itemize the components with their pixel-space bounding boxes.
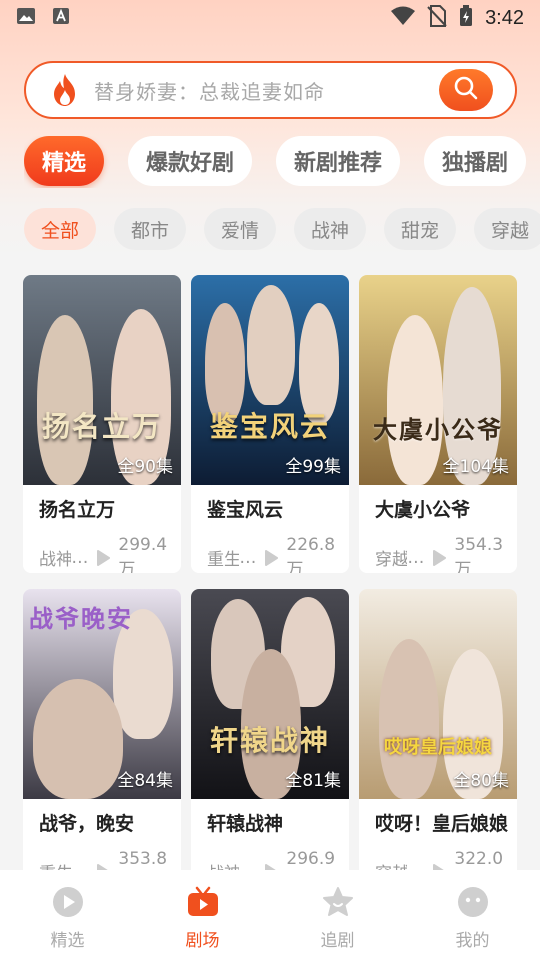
nav-profile[interactable]: 我的 [405, 870, 540, 960]
face-icon [457, 886, 489, 922]
poster-title: 扬名立万 [41, 410, 162, 443]
drama-genre: 重生 [207, 550, 240, 570]
episode-count: 全104集 [442, 457, 509, 477]
drama-meta: 战神… 299.4万 [39, 535, 181, 573]
tab-hit-dramas[interactable]: 爆款好剧 [128, 136, 253, 186]
nav-label: 精选 [50, 931, 85, 951]
status-bar: 3:42 [0, 0, 540, 36]
gallery-icon [16, 7, 36, 29]
episode-count: 全81集 [285, 771, 341, 791]
drama-card[interactable]: 哎呀皇后娘娘 全80集 哎呀！皇后娘娘 穿越… 322.0万 [359, 589, 517, 887]
search-icon [453, 75, 479, 105]
play-count-icon [96, 549, 111, 566]
play-count: 354.3万 [454, 535, 504, 573]
episode-count: 全84集 [117, 771, 173, 791]
main-tabs: 精选 爆款好剧 新剧推荐 独播剧 [24, 136, 540, 188]
genre-romance[interactable]: 爱情 [204, 208, 276, 250]
drama-title[interactable]: 战爷，晚安 [39, 809, 134, 836]
star-icon [322, 886, 354, 922]
poster-figure [37, 315, 93, 485]
drama-poster[interactable]: 鉴宝风云 全99集 [191, 275, 349, 485]
tv-icon [187, 886, 219, 922]
search-button[interactable] [439, 69, 493, 111]
drama-meta: 重生… 226.8万 [207, 535, 349, 573]
nav-label: 我的 [455, 931, 490, 951]
battery-charging-icon [459, 5, 473, 31]
nav-theater[interactable]: 剧场 [135, 870, 270, 960]
drama-meta: 穿越… 354.3万 [375, 535, 517, 573]
genre-sweet[interactable]: 甜宠 [384, 208, 456, 250]
nav-label: 剧场 [185, 931, 220, 951]
drama-poster[interactable]: 哎呀皇后娘娘 全80集 [359, 589, 517, 799]
drama-grid: 扬名立万 全90集 扬名立万 战神… 299.4万 鉴宝风云 全99集 鉴宝风云… [23, 275, 518, 887]
episode-count: 全99集 [285, 457, 341, 477]
search-placeholder[interactable]: 替身娇妻：总裁追妻如命 [94, 76, 325, 105]
play-circle-icon [52, 886, 84, 922]
drama-poster[interactable]: 大虞小公爷 全104集 [359, 275, 517, 485]
search-bar[interactable]: 替身娇妻：总裁追妻如命 [24, 61, 517, 119]
genre-all[interactable]: 全部 [24, 208, 96, 250]
tab-new-dramas[interactable]: 新剧推荐 [276, 136, 401, 186]
nav-featured[interactable]: 精选 [0, 870, 135, 960]
tab-exclusive[interactable]: 独播剧 [424, 136, 527, 186]
poster-title: 鉴宝风云 [209, 410, 330, 443]
status-time: 3:42 [485, 6, 524, 29]
drama-title[interactable]: 哎呀！皇后娘娘 [375, 809, 508, 836]
poster-title: 轩辕战神 [209, 724, 330, 757]
drama-title[interactable]: 轩辕战神 [207, 809, 283, 836]
episode-count: 全90集 [117, 457, 173, 477]
poster-figure [33, 679, 123, 799]
drama-genre: 战神 [39, 550, 72, 570]
drama-card[interactable]: 轩辕战神 全81集 轩辕战神 战神… 296.9万 [191, 589, 349, 887]
play-count-icon [264, 549, 279, 566]
drama-card[interactable]: 鉴宝风云 全99集 鉴宝风云 重生… 226.8万 [191, 275, 349, 573]
poster-title: 大虞小公爷 [373, 415, 503, 444]
poster-figure [387, 315, 443, 485]
drama-title[interactable]: 大虞小公爷 [375, 495, 470, 522]
drama-poster[interactable]: 扬名立万 全90集 [23, 275, 181, 485]
app-notification-icon [52, 7, 70, 29]
drama-poster[interactable]: 轩辕战神 全81集 [191, 589, 349, 799]
genre-time-travel[interactable]: 穿越 [474, 208, 540, 250]
drama-title[interactable]: 鉴宝风云 [207, 495, 283, 522]
drama-card[interactable]: 扬名立万 全90集 扬名立万 战神… 299.4万 [23, 275, 181, 573]
nav-label: 追剧 [320, 931, 355, 951]
play-count: 299.4万 [118, 535, 168, 573]
drama-poster[interactable]: 战爷晚安 全84集 [23, 589, 181, 799]
poster-title: 战爷晚安 [29, 604, 133, 633]
genre-urban[interactable]: 都市 [114, 208, 186, 250]
poster-title: 哎呀皇后娘娘 [384, 737, 492, 758]
play-count-icon [432, 549, 447, 566]
wifi-icon [391, 6, 416, 30]
drama-card[interactable]: 大虞小公爷 全104集 大虞小公爷 穿越… 354.3万 [359, 275, 517, 573]
poster-figure [247, 285, 295, 405]
drama-title[interactable]: 扬名立万 [39, 495, 115, 522]
genre-war-god[interactable]: 战神 [294, 208, 366, 250]
nav-follow[interactable]: 追剧 [270, 870, 405, 960]
bottom-nav: 精选 剧场 追剧 我的 [0, 870, 540, 960]
poster-figure [379, 639, 439, 799]
no-sim-icon [427, 5, 447, 31]
flame-icon [50, 73, 80, 107]
tab-featured[interactable]: 精选 [24, 136, 105, 186]
drama-genre: 穿越 [375, 550, 408, 570]
drama-card[interactable]: 战爷晚安 全84集 战爷，晚安 重生… 353.8万 [23, 589, 181, 887]
genre-filter: 全部 都市 爱情 战神 甜宠 穿越 [24, 208, 540, 252]
play-count: 226.8万 [286, 535, 336, 573]
episode-count: 全80集 [453, 771, 509, 791]
